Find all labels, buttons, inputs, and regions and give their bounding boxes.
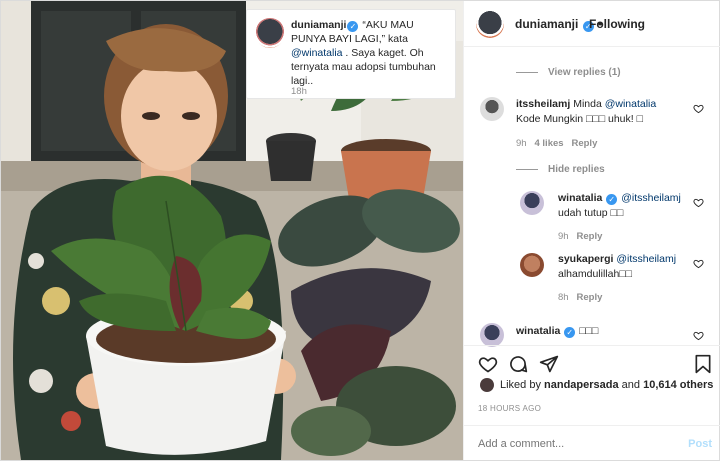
comment-username[interactable]: itssheilamj [516,98,570,110]
add-comment-input[interactable] [478,438,668,450]
comment-username[interactable]: winatalia [516,325,560,337]
author-username-text[interactable]: duniamanji [515,17,578,31]
small-heart-icon[interactable] [693,197,704,208]
reply-winatalia: winatalia ✓ @itssheilamj [558,191,698,206]
share-icon[interactable] [539,354,559,374]
reply-username[interactable]: winatalia [558,192,602,204]
following-button[interactable]: Following [589,17,645,31]
comment-likes[interactable]: 4 likes [535,138,564,149]
comment-icon[interactable] [508,354,528,374]
view-replies-label[interactable]: View replies (1) [548,67,621,78]
liked-by-count[interactable]: 10,614 others [643,379,713,391]
comment-time: 9h [516,138,527,149]
verified-badge-icon: ✓ [347,21,359,32]
add-comment-bar: Post [464,425,720,460]
author-avatar[interactable] [476,10,504,38]
comment-text-part2: Kode Mungkin □□□ uhuk! □ [516,113,643,125]
liked-by-suffix: and [618,379,644,391]
divider-line [516,71,538,73]
post-comment-button[interactable]: Post [688,438,712,450]
caption-mention[interactable]: @winatalia [291,47,343,59]
reply-button[interactable]: Reply [577,292,603,303]
reply-meta: 8h Reply [558,292,602,303]
reply-syukapergi: syukapergi @itssheilamj [558,252,698,267]
comment-avatar-itssheilamj[interactable] [480,97,504,121]
comment-avatar-winatalia[interactable] [480,323,504,347]
comment-itssheilamj: itssheilamj Minda @winatalia Kode Mungki… [516,97,706,127]
reply-avatar-syukapergi[interactable] [520,253,544,277]
post-photo[interactable]: duniamanji ✓ “AKU MAU PUNYA BAYI LAGI,” k… [1,1,463,460]
verified-badge-icon: ✓ [564,327,576,338]
post-sidebar: duniamanji ✓ • Following View replies (1… [463,1,720,460]
reply-button[interactable]: Reply [577,231,603,242]
comment-meta: 9h 4 likes Reply [516,138,597,149]
heart-icon[interactable] [478,354,498,374]
view-replies-toggle[interactable]: View replies (1) [516,67,621,78]
caption-avatar[interactable] [255,18,285,48]
action-bar [464,345,720,381]
hide-replies-toggle[interactable]: Hide replies [516,164,605,175]
reply-mention[interactable]: @itssheilamj [616,253,676,265]
small-heart-icon[interactable] [693,258,704,269]
liked-by-avatar[interactable] [480,378,494,392]
post-timestamp[interactable]: 18 HOURS AGO [478,404,541,413]
reply-username[interactable]: syukapergi [558,253,613,265]
reply-avatar-winatalia[interactable] [520,191,544,215]
reply-button[interactable]: Reply [571,138,597,149]
reply-meta: 9h Reply [558,231,602,242]
caption-text: duniamanji ✓ “AKU MAU PUNYA BAYI LAGI,” k… [291,18,451,88]
reply-time: 9h [558,231,569,242]
liked-by-prefix: Liked by [500,379,545,391]
reply-mention[interactable]: @itssheilamj [621,192,681,204]
reply-text: udah tutup □□ [558,207,624,219]
reply-time: 8h [558,292,569,303]
caption-username[interactable]: duniamanji [291,19,346,31]
small-heart-icon[interactable] [693,103,704,114]
bookmark-icon[interactable] [694,354,712,374]
comment-mention[interactable]: @winatalia [605,98,657,110]
comment-text: □□□ [579,325,599,337]
verified-badge-icon: ✓ [606,194,618,205]
comment-winatalia: winatalia ✓ □□□ [516,324,696,339]
hide-replies-label[interactable]: Hide replies [548,164,605,175]
reply-text: alhamdulillah□□ [558,268,632,280]
comment-text-part1: Minda [570,98,605,110]
post-header: duniamanji ✓ • Following [464,1,720,47]
liked-by-user[interactable]: nandapersada [544,379,619,391]
divider-line [516,168,538,170]
caption-time: 18h [291,86,307,97]
caption-overlay: duniamanji ✓ “AKU MAU PUNYA BAYI LAGI,” k… [246,9,456,99]
small-heart-icon[interactable] [693,330,704,341]
liked-by-text: Liked by nandapersada and 10,614 others [500,379,713,391]
